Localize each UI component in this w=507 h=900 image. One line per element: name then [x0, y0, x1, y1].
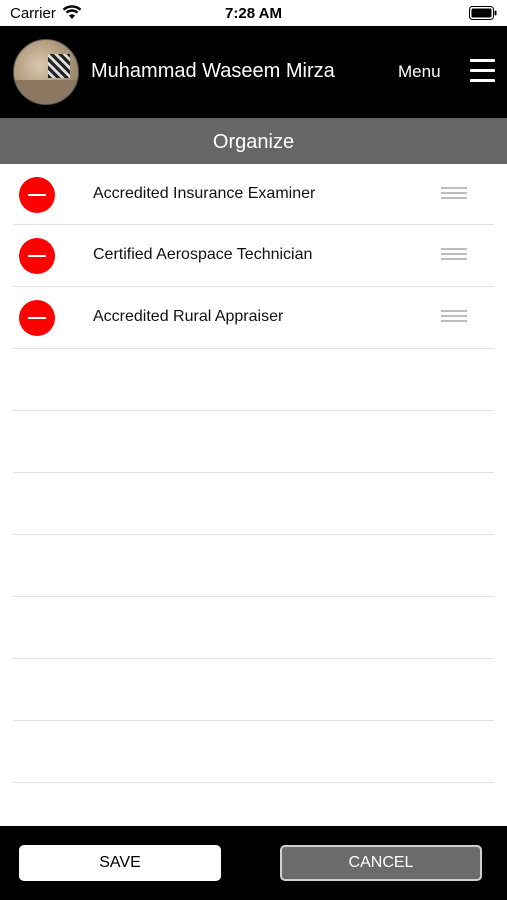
list-item-label: Accredited Rural Appraiser [93, 308, 284, 325]
empty-row [13, 597, 494, 659]
organize-list: Accredited Insurance Examiner Certified … [13, 176, 494, 783]
empty-row [13, 473, 494, 535]
empty-row [13, 535, 494, 597]
bottom-toolbar: SAVE CANCEL [0, 826, 507, 900]
status-time: 7:28 AM [225, 5, 282, 22]
minus-circle-icon[interactable] [19, 238, 55, 274]
list-item-label: Accredited Insurance Examiner [93, 185, 316, 202]
menu-label[interactable]: Menu [398, 62, 441, 82]
section-header: Organize [0, 118, 507, 164]
list-item: Certified Aerospace Technician [13, 225, 494, 287]
list-item: Accredited Rural Appraiser [13, 287, 494, 349]
empty-row [13, 349, 494, 411]
drag-handle-icon[interactable] [441, 248, 467, 262]
avatar-window [48, 54, 70, 78]
app-header: Muhammad Waseem Mirza Menu [0, 26, 507, 118]
save-button[interactable]: SAVE [19, 845, 221, 881]
status-bar: Carrier 7:28 AM [0, 0, 507, 26]
section-title: Organize [212, 131, 295, 153]
empty-row [13, 659, 494, 721]
hamburger-icon[interactable] [470, 58, 495, 84]
minus-circle-icon[interactable] [19, 300, 55, 336]
battery-icon [469, 6, 497, 20]
list-item: Accredited Insurance Examiner [13, 164, 494, 225]
drag-handle-icon[interactable] [441, 187, 467, 201]
empty-row [13, 411, 494, 473]
list-item-label: Certified Aerospace Technician [93, 246, 313, 263]
avatar[interactable] [13, 39, 79, 105]
empty-row [13, 721, 494, 783]
user-name: Muhammad Waseem Mirza [91, 60, 335, 82]
avatar-floor [14, 80, 78, 104]
cancel-button[interactable]: CANCEL [280, 845, 482, 881]
minus-circle-icon[interactable] [19, 177, 55, 213]
drag-handle-icon[interactable] [441, 310, 467, 324]
